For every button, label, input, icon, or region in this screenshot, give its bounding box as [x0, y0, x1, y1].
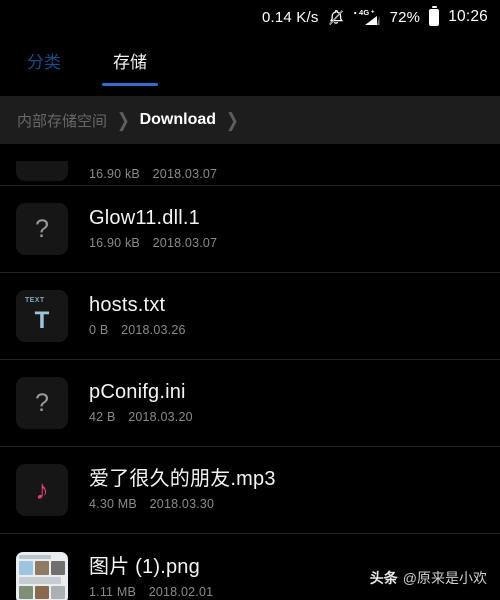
file-date: 2018.02.01: [148, 584, 214, 599]
battery-icon: [429, 5, 440, 26]
tab-storage-label: 存储: [113, 52, 147, 72]
tab-bar: 分类 存储: [0, 34, 500, 96]
tab-storage[interactable]: 存储: [102, 34, 158, 86]
file-meta: pConifg.ini 42 B 2018.03.20: [89, 381, 193, 425]
file-date: 2018.03.26: [121, 323, 186, 337]
unknown-file-icon: ?: [16, 203, 68, 255]
text-file-icon-label: TEXT: [25, 297, 45, 304]
question-mark-glyph: ?: [35, 388, 49, 417]
thumbnail-text-line: [19, 576, 62, 584]
unknown-file-icon: ?: [16, 377, 68, 429]
watermark-brand: 头条: [369, 570, 398, 586]
image-thumbnail-icon: [16, 551, 68, 600]
tab-categories[interactable]: 分类: [16, 34, 72, 86]
music-file-icon: ♪: [16, 464, 68, 516]
tab-active-indicator: [102, 83, 158, 86]
battery-percent-label: 72%: [389, 8, 421, 26]
table-row[interactable]: 图片 (1).png 1.11 MB 2018.02.01: [0, 534, 500, 600]
file-size: 16.90 kB: [89, 167, 140, 181]
network-speed-label: 0.14 K/s: [261, 8, 319, 26]
file-size: 0 B: [89, 323, 109, 337]
file-subtitle: 16.90 kB 2018.03.07: [89, 167, 217, 181]
watermark: 头条 @原来是小欢: [370, 568, 487, 588]
text-file-icon: TEXT T: [16, 290, 68, 342]
file-meta: hosts.txt 0 B 2018.03.26: [89, 294, 186, 338]
table-row[interactable]: ♪ 爱了很久的朋友.mp3 4.30 MB 2018.03.30: [0, 447, 500, 534]
watermark-handle: @原来是小欢: [402, 570, 487, 586]
chevron-right-icon: ❯: [117, 110, 130, 132]
clock-label: 10:26: [448, 8, 488, 25]
table-row[interactable]: TEXT T hosts.txt 0 B 2018.03.26: [0, 273, 500, 360]
file-name: 图片 (1).png: [89, 555, 200, 578]
file-subtitle: 4.30 MB 2018.03.30: [89, 497, 276, 511]
file-name: hosts.txt: [89, 294, 166, 316]
breadcrumb-item-root[interactable]: 内部存储空间: [17, 110, 107, 131]
file-meta: 爱了很久的朋友.mp3 4.30 MB 2018.03.30: [89, 468, 276, 512]
signal-strength-icon: 4G +: [353, 8, 381, 26]
bell-muted-icon: [328, 9, 344, 26]
chevron-right-icon: ❯: [226, 110, 239, 132]
file-subtitle: 1.11 MB 2018.02.01: [89, 585, 213, 599]
file-date: 2018.03.07: [152, 167, 218, 181]
svg-text:4G: 4G: [359, 8, 369, 17]
status-bar: 0.14 K/s 4G + 72% 10:26: [0, 0, 500, 34]
file-date: 2018.03.20: [128, 410, 193, 424]
table-row[interactable]: ? Glow11.dll.1 16.90 kB 2018.03.07: [0, 186, 500, 273]
breadcrumb: 内部存储空间 ❯ Download ❯: [0, 96, 500, 144]
file-size: 42 B: [89, 410, 116, 424]
file-subtitle: 16.90 kB 2018.03.07: [89, 236, 217, 250]
file-meta: 16.90 kB 2018.03.07: [89, 167, 217, 181]
tab-categories-label: 分类: [27, 52, 61, 72]
file-list[interactable]: 16.90 kB 2018.03.07 ? Glow11.dll.1 16.90…: [0, 144, 500, 600]
svg-text:+: +: [371, 10, 375, 16]
file-date: 2018.03.30: [149, 497, 215, 511]
breadcrumb-item-current[interactable]: Download: [140, 111, 216, 129]
question-mark-glyph: ?: [35, 214, 49, 243]
file-size: 4.30 MB: [89, 497, 137, 511]
file-name: 爱了很久的朋友.mp3: [89, 468, 276, 490]
file-meta: 图片 (1).png 1.11 MB 2018.02.01: [89, 555, 213, 599]
thumbnail-bar: [19, 554, 52, 559]
file-size: 16.90 kB: [89, 236, 140, 250]
file-size: 1.11 MB: [89, 584, 137, 599]
file-subtitle: 0 B 2018.03.26: [89, 323, 186, 337]
thumbnail-tiles: [19, 585, 65, 599]
unknown-file-icon: [16, 161, 68, 181]
table-row[interactable]: ? pConifg.ini 42 B 2018.03.20: [0, 360, 500, 447]
file-date: 2018.03.07: [152, 236, 218, 250]
file-name: Glow11.dll.1: [89, 207, 200, 229]
file-subtitle: 42 B 2018.03.20: [89, 410, 193, 424]
file-meta: Glow11.dll.1 16.90 kB 2018.03.07: [89, 207, 217, 251]
file-name: pConifg.ini: [89, 381, 186, 403]
music-note-glyph: ♪: [35, 474, 49, 505]
thumbnail-tiles: [19, 560, 65, 575]
table-row[interactable]: 16.90 kB 2018.03.07: [0, 144, 500, 186]
text-file-glyph: T: [34, 306, 50, 334]
